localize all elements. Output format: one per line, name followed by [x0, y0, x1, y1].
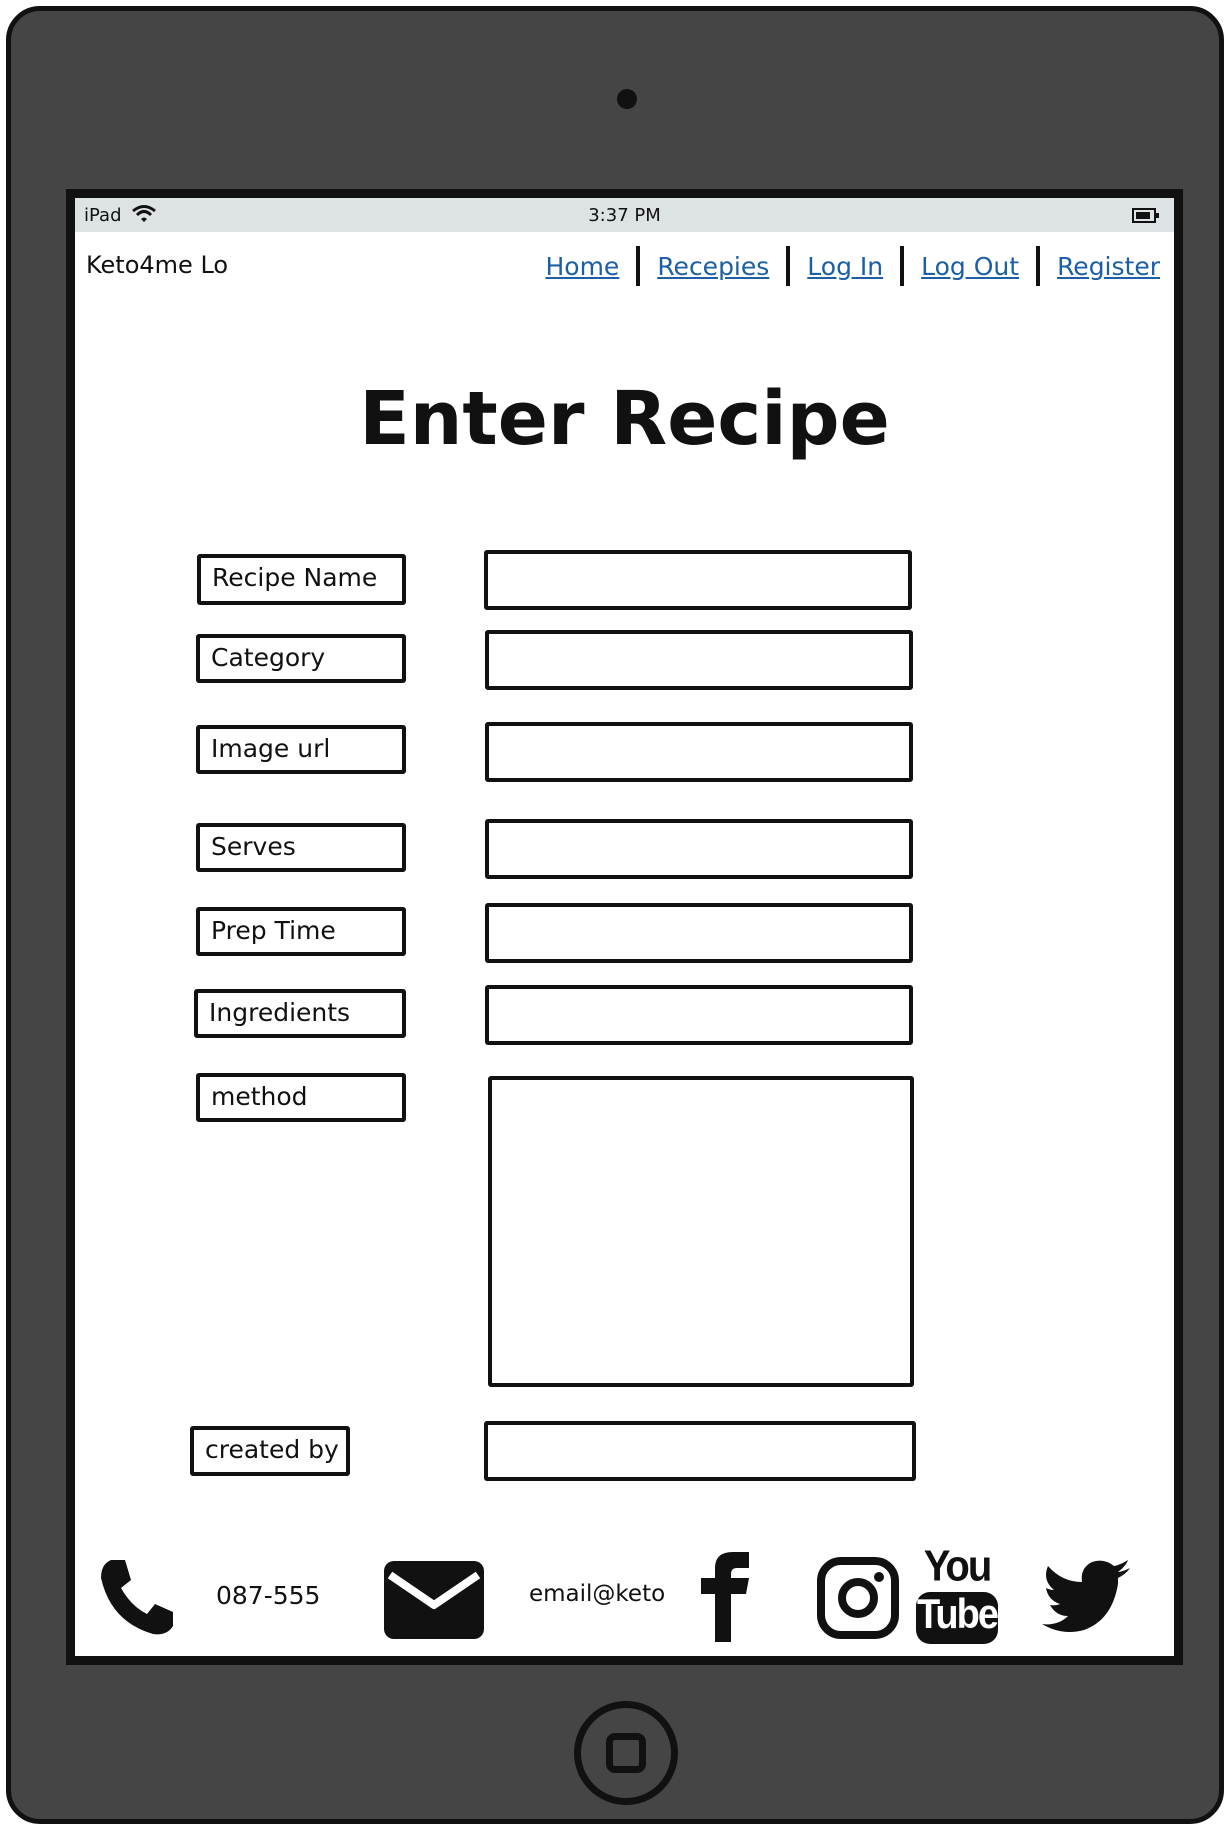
nav-divider — [786, 246, 791, 286]
nav-register[interactable]: Register — [1057, 252, 1160, 281]
nav-login[interactable]: Log In — [807, 252, 883, 281]
ingredients-label: Ingredients — [194, 989, 406, 1038]
facebook-icon[interactable] — [699, 1550, 755, 1642]
home-hardware-button[interactable] — [574, 1701, 678, 1805]
created-by-input[interactable] — [484, 1421, 916, 1481]
youtube-you-text: You — [923, 1541, 993, 1591]
recipe-name-input[interactable] — [484, 550, 912, 610]
image-url-label: Image url — [196, 725, 406, 774]
prep-time-label: Prep Time — [196, 907, 406, 956]
category-input[interactable] — [485, 630, 913, 690]
screen: iPad 3:37 PM Keto4me Lo Home Recepies Lo… — [66, 189, 1183, 1665]
prep-time-input[interactable] — [485, 903, 913, 963]
youtube-tube-text: Tube — [917, 1591, 999, 1639]
phone-number[interactable]: 087-555 — [216, 1581, 320, 1610]
serves-input[interactable] — [485, 819, 913, 879]
image-url-input[interactable] — [485, 722, 913, 782]
twitter-icon[interactable] — [1042, 1560, 1132, 1634]
recipe-name-label: Recipe Name — [197, 554, 406, 605]
method-textarea[interactable] — [488, 1076, 914, 1387]
method-label: method — [196, 1073, 406, 1122]
main-nav: Home Recepies Log In Log Out Register — [545, 246, 1160, 286]
email-address[interactable]: email@keto — [529, 1581, 665, 1607]
ipad-frame: iPad 3:37 PM Keto4me Lo Home Recepies Lo… — [6, 6, 1224, 1824]
battery-icon — [1132, 208, 1159, 223]
category-label: Category — [196, 634, 406, 683]
instagram-icon[interactable] — [817, 1557, 899, 1639]
envelope-icon[interactable] — [384, 1561, 484, 1639]
status-bar: iPad 3:37 PM — [75, 198, 1174, 232]
brand-logo[interactable]: Keto4me Lo — [86, 251, 228, 279]
ingredients-input[interactable] — [485, 985, 913, 1045]
serves-label: Serves — [196, 823, 406, 872]
nav-divider — [900, 246, 905, 286]
page-title: Enter Recipe — [359, 376, 890, 462]
nav-divider — [1036, 246, 1041, 286]
created-by-label: created by — [190, 1426, 350, 1476]
nav-logout[interactable]: Log Out — [921, 252, 1019, 281]
phone-icon[interactable] — [97, 1556, 177, 1636]
youtube-icon[interactable]: You Tube — [916, 1542, 999, 1646]
camera — [617, 89, 637, 109]
nav-home[interactable]: Home — [545, 252, 619, 281]
status-time: 3:37 PM — [588, 205, 661, 226]
nav-divider — [636, 246, 641, 286]
nav-recipes[interactable]: Recepies — [657, 252, 769, 281]
